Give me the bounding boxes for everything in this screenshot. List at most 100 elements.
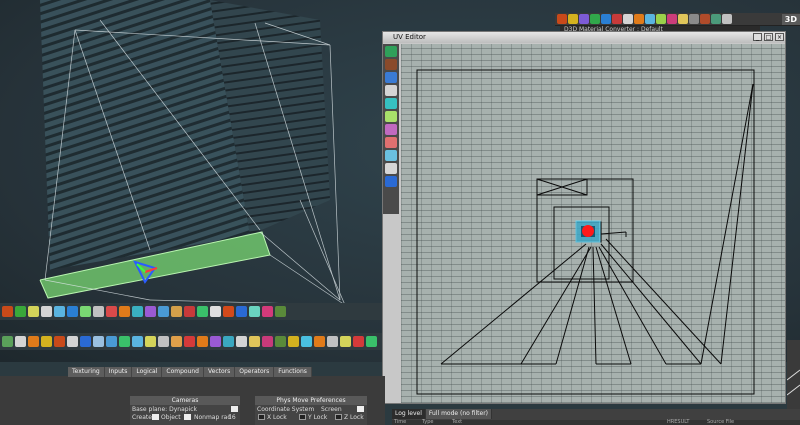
tool-icon[interactable] (197, 336, 208, 347)
tool-icon[interactable] (54, 306, 65, 317)
tool-icon[interactable] (28, 306, 39, 317)
uv-canvas[interactable] (401, 44, 785, 403)
tool-icon[interactable] (132, 336, 143, 347)
x-lock-checkbox[interactable] (258, 414, 265, 420)
y-lock-checkbox[interactable] (299, 414, 306, 420)
tool-icon[interactable] (158, 306, 169, 317)
tool-icon[interactable] (184, 336, 195, 347)
tool-icon[interactable] (612, 14, 622, 24)
tool-icon[interactable] (67, 336, 78, 347)
tab-compound[interactable]: Compound (162, 367, 204, 377)
tool-icon[interactable] (711, 14, 721, 24)
tool-icon[interactable] (132, 306, 143, 317)
tool-icon[interactable] (28, 336, 39, 347)
tool-icon[interactable] (145, 306, 156, 317)
uv-tool-icon[interactable] (385, 85, 397, 96)
tool-icon[interactable] (2, 336, 13, 347)
create-dropdown[interactable] (152, 414, 159, 420)
col-source-file[interactable]: Source File (707, 420, 734, 425)
tab-operators[interactable]: Operators (235, 367, 275, 377)
tool-icon[interactable] (568, 14, 578, 24)
tool-icon[interactable] (262, 336, 273, 347)
tool-icon[interactable] (634, 14, 644, 24)
maximize-icon[interactable]: □ (764, 33, 773, 41)
uv-tool-icon[interactable] (385, 72, 397, 83)
tool-icon[interactable] (15, 306, 26, 317)
tool-icon[interactable] (656, 14, 666, 24)
full-mode-tab[interactable]: Full mode (no filter) (425, 409, 493, 419)
tool-icon[interactable] (106, 336, 117, 347)
tab-texturing[interactable]: Texturing (68, 367, 105, 377)
uv-tool-icon[interactable] (385, 124, 397, 135)
col-type[interactable]: Type (422, 420, 433, 425)
tool-icon[interactable] (700, 14, 710, 24)
uv-tool-icon[interactable] (385, 150, 397, 161)
tool-icon[interactable] (41, 306, 52, 317)
tool-icon[interactable] (262, 306, 273, 317)
tab-inputs[interactable]: Inputs (104, 367, 133, 377)
minimize-icon[interactable]: _ (753, 33, 762, 41)
tool-icon[interactable] (288, 336, 299, 347)
uv-tool-icon[interactable] (385, 46, 397, 57)
tool-icon[interactable] (366, 336, 377, 347)
tool-icon[interactable] (184, 306, 195, 317)
tab-vectors[interactable]: Vectors (204, 367, 236, 377)
tool-icon[interactable] (236, 306, 247, 317)
tool-icon[interactable] (340, 336, 351, 347)
tool-icon[interactable] (93, 306, 104, 317)
coordinate-system-dropdown[interactable] (357, 406, 364, 412)
uv-tool-icon[interactable] (385, 111, 397, 122)
tool-icon[interactable] (158, 336, 169, 347)
tool-icon[interactable] (557, 14, 567, 24)
tool-icon[interactable] (275, 306, 286, 317)
tool-icon[interactable] (689, 14, 699, 24)
uv-tool-icon[interactable] (385, 163, 397, 174)
tab-logical[interactable]: Logical (132, 367, 163, 377)
tool-icon[interactable] (2, 306, 13, 317)
tool-icon[interactable] (106, 306, 117, 317)
tool-icon[interactable] (197, 306, 208, 317)
tool-icon[interactable] (80, 306, 91, 317)
tool-icon[interactable] (119, 306, 130, 317)
close-icon[interactable]: × (775, 33, 784, 41)
tool-icon[interactable] (579, 14, 589, 24)
tool-icon[interactable] (171, 306, 182, 317)
tool-icon[interactable] (145, 336, 156, 347)
tool-icon[interactable] (678, 14, 688, 24)
uv-tool-icon[interactable] (385, 59, 397, 70)
tool-icon[interactable] (54, 336, 65, 347)
tool-icon[interactable] (67, 306, 78, 317)
view-mode-button[interactable]: 3D (781, 13, 800, 25)
tool-icon[interactable] (119, 336, 130, 347)
uv-tool-icon[interactable] (385, 137, 397, 148)
tool-icon[interactable] (80, 336, 91, 347)
tool-icon[interactable] (15, 336, 26, 347)
tool-icon[interactable] (41, 336, 52, 347)
z-lock-checkbox[interactable] (335, 414, 342, 420)
base-plane-dropdown[interactable] (231, 406, 238, 412)
tool-icon[interactable] (236, 336, 247, 347)
uv-editor-title[interactable]: UV Editor (383, 32, 785, 43)
tool-icon[interactable] (590, 14, 600, 24)
tool-icon[interactable] (623, 14, 633, 24)
uv-tool-icon[interactable] (385, 176, 397, 187)
tool-icon[interactable] (327, 336, 338, 347)
object-dropdown[interactable] (184, 414, 191, 420)
tool-icon[interactable] (301, 336, 312, 347)
tool-icon[interactable] (93, 336, 104, 347)
log-level-tab[interactable]: Log level (392, 409, 426, 419)
col-time[interactable]: Time (394, 420, 406, 425)
right-scrollbar[interactable] (786, 340, 800, 409)
tool-icon[interactable] (223, 306, 234, 317)
tool-icon[interactable] (353, 336, 364, 347)
tool-icon[interactable] (210, 306, 221, 317)
tab-functions[interactable]: Functions (274, 367, 312, 377)
tool-icon[interactable] (722, 14, 732, 24)
tool-icon[interactable] (249, 336, 260, 347)
tool-icon[interactable] (223, 336, 234, 347)
tool-icon[interactable] (171, 336, 182, 347)
col-text[interactable]: Text (452, 420, 462, 425)
coordinate-system-value[interactable]: Screen (321, 406, 342, 413)
tool-icon[interactable] (314, 336, 325, 347)
col-hresult[interactable]: HRESULT (667, 420, 689, 425)
